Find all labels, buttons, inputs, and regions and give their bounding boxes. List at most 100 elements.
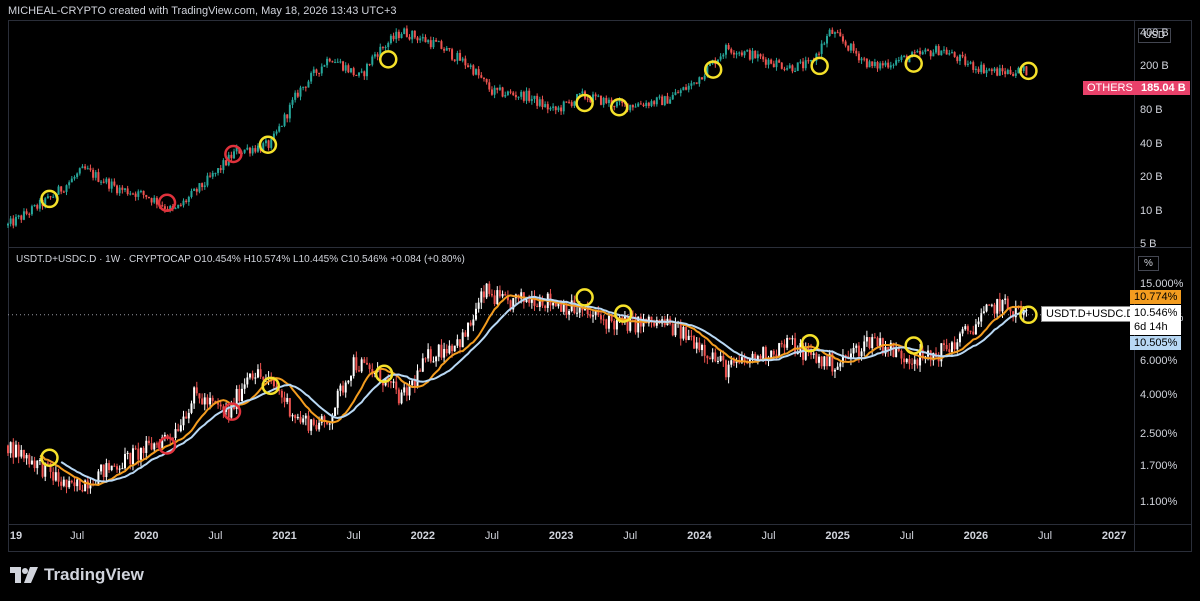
candle-body: [919, 50, 922, 55]
candle-body: [397, 31, 400, 38]
candle-body: [22, 211, 25, 220]
candle-body: [759, 54, 762, 57]
candle-body: [775, 60, 778, 68]
candle-body: [541, 99, 544, 108]
candle-body: [225, 160, 228, 166]
candle-body: [825, 356, 828, 367]
candle-body: [701, 77, 704, 80]
time-tick: Jul: [899, 530, 914, 542]
candle-body: [852, 43, 855, 51]
candle-body: [65, 479, 68, 488]
candle-body: [607, 99, 610, 104]
candle-body: [60, 186, 63, 192]
candle-body: [852, 347, 855, 354]
candle-body: [493, 295, 496, 305]
chart-canvas[interactable]: [0, 0, 1200, 601]
candle-body: [480, 291, 483, 303]
candle-body: [889, 65, 892, 68]
signal-circle: [904, 336, 923, 355]
time-tick: 19: [9, 530, 23, 542]
candle-body: [397, 389, 400, 404]
candle-body: [360, 359, 363, 372]
series-legend[interactable]: USDT.D+USDC.D · 1W · CRYPTOCAP O10.454% …: [16, 254, 465, 265]
candle-body: [568, 101, 571, 103]
candle-body: [52, 196, 55, 198]
candle-body: [498, 87, 501, 90]
candle-body: [597, 95, 600, 97]
candle-body: [288, 104, 291, 119]
candle-body: [264, 140, 267, 144]
candle-body: [727, 45, 730, 50]
candle-body: [985, 70, 988, 74]
candle-body: [810, 60, 813, 62]
candle-body: [174, 208, 177, 210]
candle-body: [703, 344, 706, 356]
candle-body: [339, 61, 342, 63]
candle-body: [634, 106, 637, 108]
candle-body: [413, 380, 416, 387]
candle-body: [155, 197, 158, 205]
candle-body: [498, 290, 501, 297]
candle-body: [913, 52, 916, 54]
time-tick: 2025: [825, 530, 850, 542]
candle-body: [698, 342, 701, 351]
candle-body: [990, 69, 993, 72]
candle-body: [206, 175, 209, 186]
candle-body: [392, 381, 395, 383]
candle-body: [331, 61, 334, 63]
candle-body: [807, 60, 810, 62]
candle-body: [350, 68, 353, 73]
candle-body: [147, 440, 150, 444]
candle-body: [145, 440, 148, 453]
candle-body: [844, 41, 847, 46]
candle-body: [940, 50, 943, 56]
candle-body: [416, 37, 419, 41]
candle-body: [895, 348, 898, 357]
candle-body: [142, 447, 145, 453]
candle-body: [355, 357, 358, 371]
candle-body: [655, 97, 658, 105]
candle-body: [921, 51, 924, 55]
tradingview-logo[interactable]: TradingView: [10, 565, 144, 585]
candle-body: [953, 52, 956, 57]
candle-body: [706, 355, 709, 359]
candle-body: [488, 82, 491, 90]
time-tick: Jul: [1038, 530, 1053, 542]
candle-body: [448, 345, 451, 354]
candle-body: [719, 355, 722, 362]
price-tick: 80 B: [1140, 104, 1163, 117]
candle-body: [748, 50, 751, 60]
candle-body: [788, 338, 791, 340]
candle-body: [126, 452, 129, 454]
candle-body: [937, 46, 940, 56]
candle-body: [786, 338, 789, 348]
candle-body: [895, 60, 898, 65]
candle-body: [304, 415, 307, 419]
candle-body: [887, 62, 890, 68]
candle-body: [238, 388, 241, 401]
candle-body: [591, 315, 594, 317]
candle-body: [185, 416, 188, 419]
candle-body: [873, 337, 876, 339]
candle-body: [966, 63, 969, 65]
candle-body: [161, 205, 164, 207]
price-tick: 400 B: [1140, 26, 1169, 39]
candle-body: [395, 381, 398, 390]
candle-body: [193, 387, 196, 404]
candle-body: [482, 77, 485, 79]
candle-body: [780, 343, 783, 345]
candle-body: [350, 376, 353, 381]
candle-body: [501, 294, 504, 297]
candle-body: [538, 99, 541, 106]
candle-body: [28, 454, 31, 465]
candle-body: [323, 65, 326, 67]
candle-body: [62, 191, 65, 193]
candle-body: [427, 40, 430, 43]
candle-body: [972, 62, 975, 70]
candle-body: [599, 315, 602, 320]
candle-body: [482, 291, 485, 298]
bottom-pane-unit[interactable]: %: [1138, 256, 1159, 271]
candle-body: [998, 68, 1001, 76]
candle-body: [778, 343, 781, 357]
candle-body: [211, 172, 214, 177]
